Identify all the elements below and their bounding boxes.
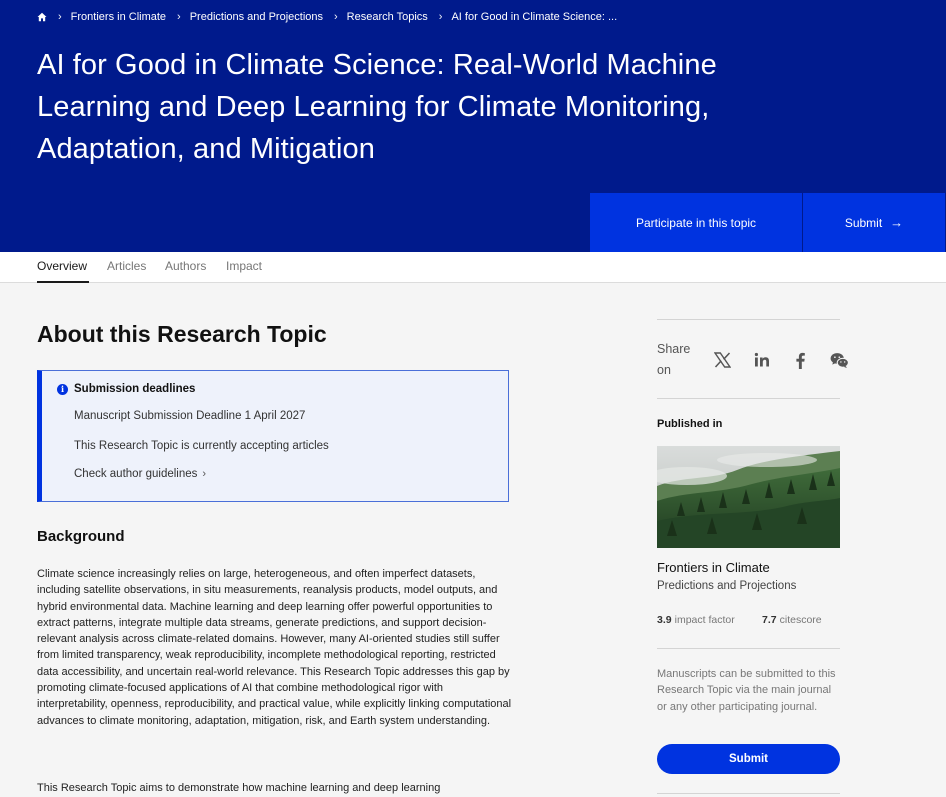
manuscript-deadline: Manuscript Submission Deadline 1 April 2… — [74, 410, 306, 422]
divider — [657, 648, 840, 649]
chevron-right-icon: › — [177, 11, 181, 23]
breadcrumb: › Frontiers in Climate › Predictions and… — [37, 10, 617, 24]
tab-overview[interactable]: Overview — [37, 259, 87, 273]
active-tab-indicator — [37, 281, 89, 283]
info-icon: i — [57, 383, 68, 395]
deadlines-heading: i Submission deadlines — [57, 383, 195, 395]
chevron-right-icon: › — [202, 468, 207, 480]
author-guidelines-link[interactable]: Check author guidelines › — [74, 468, 206, 480]
citescore-value: 7.7 — [762, 614, 777, 626]
author-guidelines-label: Check author guidelines — [74, 468, 198, 480]
journal-section: Predictions and Projections — [657, 580, 797, 592]
section-title: About this Research Topic — [37, 321, 327, 347]
linkedin-icon[interactable] — [752, 350, 772, 370]
background-paragraph: Climate science increasingly relies on l… — [37, 568, 512, 727]
sidebar-submit-label: Submit — [729, 753, 768, 765]
breadcrumb-journal[interactable]: Frontiers in Climate — [71, 11, 166, 23]
breadcrumb-research-topics[interactable]: Research Topics — [347, 11, 428, 23]
impact-factor-label: impact factor — [674, 614, 735, 626]
chevron-right-icon: › — [438, 11, 443, 23]
accepting-status: This Research Topic is currently accepti… — [74, 440, 329, 452]
divider — [657, 793, 840, 794]
citescore: 7.7 citescore — [762, 614, 822, 626]
published-in-label: Published in — [657, 418, 723, 430]
tab-articles[interactable]: Articles — [107, 259, 146, 273]
tab-authors[interactable]: Authors — [165, 259, 206, 273]
submit-button[interactable]: Submit → — [803, 193, 945, 252]
home-icon[interactable] — [37, 12, 47, 22]
participate-button-label: Participate in this topic — [635, 215, 757, 230]
arrow-right-icon: → — [890, 215, 904, 230]
submission-note: Manuscripts can be submitted to this Res… — [657, 668, 836, 713]
sidebar-submit-button[interactable]: Submit — [657, 744, 840, 774]
background-paragraph-2: This Research Topic aims to demonstrate … — [37, 782, 441, 794]
impact-factor: 3.9 impact factor — [657, 614, 735, 626]
tab-impact[interactable]: Impact — [226, 259, 262, 273]
impact-factor-value: 3.9 — [657, 614, 672, 626]
submit-button-label: Submit — [844, 215, 883, 230]
wechat-icon[interactable] — [829, 350, 849, 370]
breadcrumb-current: AI for Good in Climate Science: ... — [451, 11, 618, 23]
x-icon[interactable] — [712, 350, 732, 370]
participate-button[interactable]: Participate in this topic — [590, 193, 802, 252]
topic-header: › Frontiers in Climate › Predictions and… — [0, 0, 946, 252]
share-label: Share on — [657, 342, 691, 377]
journal-name[interactable]: Frontiers in Climate — [657, 560, 770, 575]
background-heading: Background — [37, 528, 125, 545]
journal-cover-image[interactable] — [657, 446, 840, 548]
submission-deadlines-box: i Submission deadlines Manuscript Submis… — [37, 370, 509, 502]
divider — [657, 319, 840, 320]
facebook-icon[interactable] — [790, 350, 810, 370]
breadcrumb-section[interactable]: Predictions and Projections — [190, 11, 323, 23]
deadlines-heading-text: Submission deadlines — [74, 383, 196, 395]
page-title: AI for Good in Climate Science: Real-Wor… — [37, 49, 717, 165]
topic-tabs: Overview Articles Authors Impact — [0, 252, 946, 283]
divider — [657, 398, 840, 399]
chevron-right-icon: › — [58, 11, 62, 23]
citescore-label: citescore — [779, 614, 822, 626]
chevron-right-icon: › — [334, 11, 338, 23]
